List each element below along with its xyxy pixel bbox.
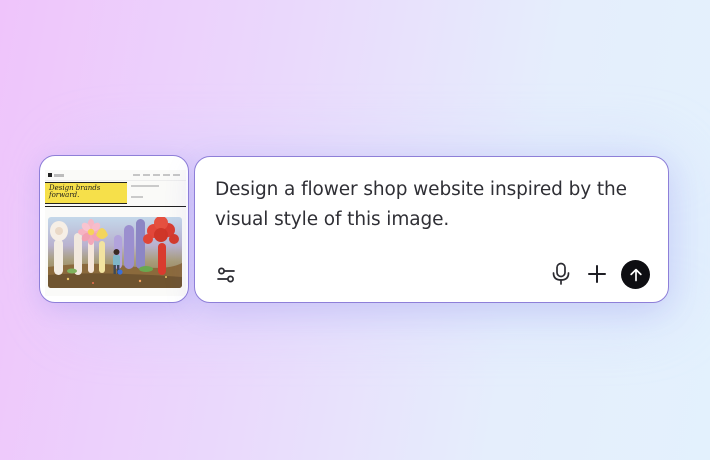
preview-hero-banner: Design brands forward. — [45, 182, 127, 204]
preview-nav-link — [143, 174, 150, 176]
preview-headline: Design brands forward. — [49, 184, 101, 199]
preview-copy-line — [131, 196, 143, 198]
preview-nav-link — [173, 174, 180, 176]
preview-copy-line — [131, 185, 159, 187]
inflatable-flowers-illustration — [48, 217, 182, 288]
preview-divider — [45, 206, 186, 207]
website-preview-thumbnail: Design brands forward. — [45, 170, 186, 296]
preview-brand — [54, 174, 64, 177]
preview-nav-link — [153, 174, 160, 176]
sliders-icon[interactable] — [213, 262, 239, 288]
preview-nav-link — [163, 174, 170, 176]
preview-nav-link — [133, 174, 140, 176]
send-button[interactable] — [621, 260, 650, 289]
preview-photo — [48, 217, 182, 288]
preview-logo-icon — [48, 173, 52, 177]
arrow-up-icon — [629, 268, 642, 281]
preview-top-bar — [45, 170, 186, 181]
prompt-composer: Design a flower shop website inspired by… — [194, 156, 669, 303]
microphone-icon[interactable] — [548, 261, 574, 287]
prompt-input[interactable]: Design a flower shop website inspired by… — [215, 175, 645, 235]
attached-image-card[interactable]: Design brands forward. — [39, 155, 189, 303]
plus-icon[interactable] — [584, 261, 610, 287]
